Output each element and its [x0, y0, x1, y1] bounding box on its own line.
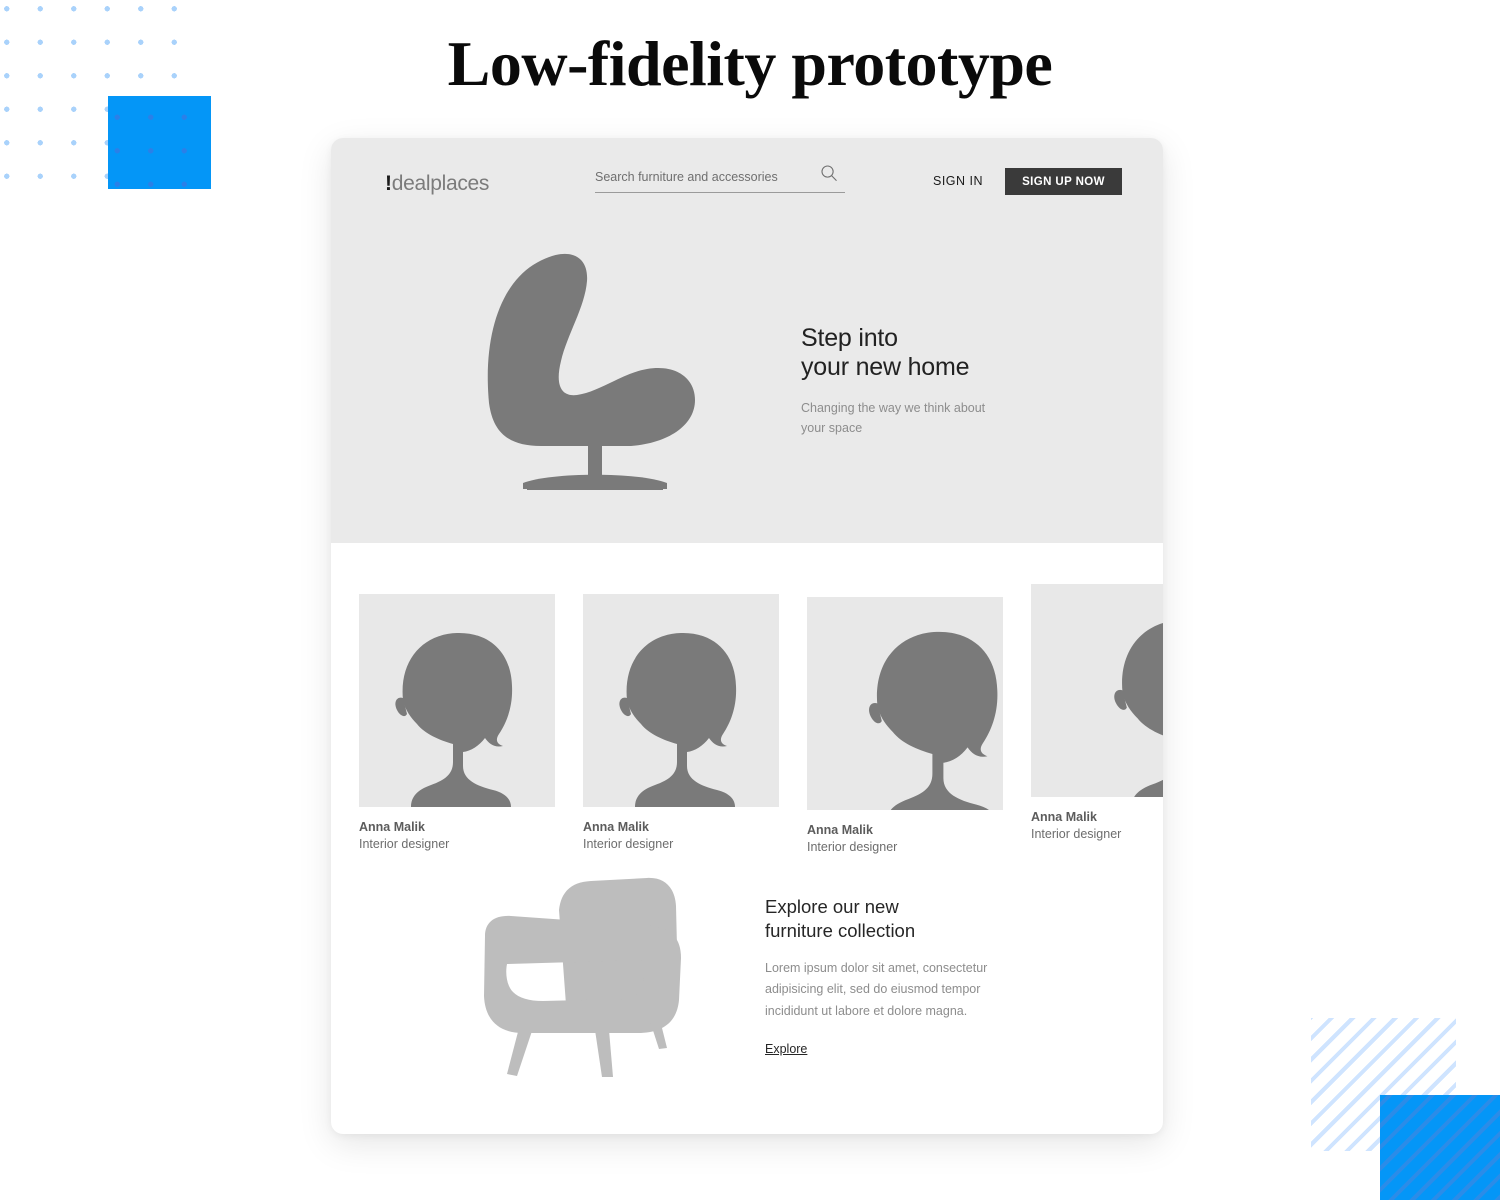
explore-link[interactable]: Explore [765, 1042, 807, 1056]
explore-heading-line-1: Explore our new [765, 896, 899, 917]
hero-heading: Step into your new home [801, 324, 1051, 383]
designer-name: Anna Malik [359, 820, 425, 834]
canvas: Low-fidelity prototype !dealplaces SIGN … [0, 0, 1500, 1200]
explore-copy: Explore our new furniture collection Lor… [765, 895, 1010, 1058]
designer-card[interactable]: Anna Malik Interior designer [807, 597, 1003, 854]
hero-subtext-line-1: Changing the way we think about [801, 400, 986, 415]
designer-role: Interior designer [359, 837, 450, 851]
explore-heading: Explore our new furniture collection [765, 895, 1010, 944]
page-title: Low-fidelity prototype [447, 28, 1053, 99]
designer-photo [583, 594, 779, 807]
logo-text: dealplaces [391, 172, 490, 195]
hero-heading-line-2: your new home [801, 353, 970, 382]
designer-role: Interior designer [807, 840, 898, 854]
hero-subtext: Changing the way we think about your spa… [801, 398, 1051, 439]
designer-card[interactable]: Anna Malik Interior designer [583, 594, 779, 851]
explore-body-text: Lorem ipsum dolor sit amet, consectetur … [765, 960, 988, 1018]
hero-copy: Step into your new home Changing the way… [801, 324, 1051, 439]
designer-photo [807, 597, 1003, 810]
search-field-wrapper [595, 168, 845, 193]
designer-name: Anna Malik [1031, 810, 1097, 824]
explore-heading-line-2: furniture collection [765, 920, 916, 942]
designer-role: Interior designer [583, 837, 674, 851]
designer-name: Anna Malik [583, 820, 649, 834]
designer-role: Interior designer [1031, 827, 1122, 841]
logo-exclamation: ! [385, 172, 392, 195]
designers-section: Anna Malik Interior designer Anna Malik … [331, 543, 1163, 858]
sign-up-button[interactable]: SIGN UP NOW [1005, 168, 1122, 195]
designer-name: Anna Malik [807, 823, 873, 837]
site-header: !dealplaces SIGN IN SIGN UP NOW [331, 138, 1163, 223]
site-logo[interactable]: !dealplaces [385, 172, 489, 196]
sign-in-button[interactable]: SIGN IN [933, 174, 983, 188]
designer-photo [1031, 584, 1163, 797]
dot-grid-overlay-decoration [108, 96, 211, 189]
designer-card[interactable]: Anna Malik Interior designer [359, 594, 555, 851]
hero-section: !dealplaces SIGN IN SIGN UP NOW [331, 138, 1163, 543]
hero-subtext-line-2: your space [801, 421, 863, 436]
prototype-screen: !dealplaces SIGN IN SIGN UP NOW [331, 138, 1163, 1134]
designer-card[interactable]: Anna Malik Interior designer [1031, 584, 1163, 841]
hero-heading-line-1: Step into [801, 324, 898, 352]
egg-chair-illustration [481, 243, 711, 493]
designer-photo [359, 594, 555, 807]
search-icon[interactable] [820, 164, 838, 182]
diagonal-stripes-overlay-decoration [1380, 1095, 1500, 1200]
search-input[interactable] [595, 170, 845, 193]
armchair-illustration [471, 868, 691, 1078]
